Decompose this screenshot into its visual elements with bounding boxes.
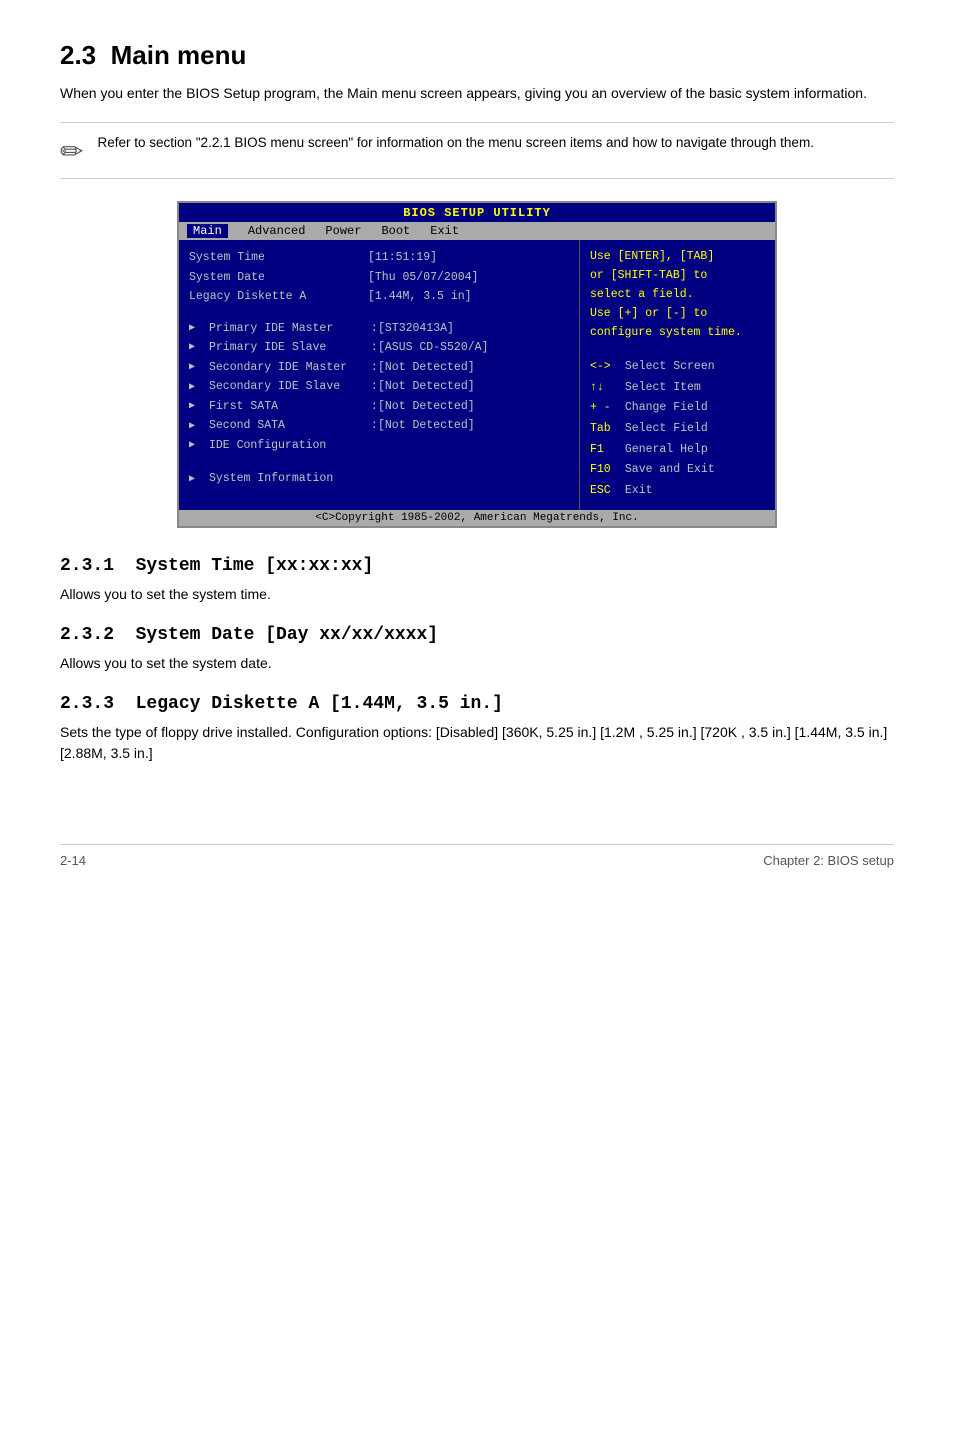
subsection-231-title: 2.3.1 System Time [xx:xx:xx]: [60, 556, 894, 576]
note-text: Refer to section "2.2.1 BIOS menu screen…: [97, 133, 813, 153]
bios-footer: <C>Copyright 1985-2002, American Megatre…: [179, 510, 775, 526]
bios-help-exit: ESC Exit: [590, 481, 765, 502]
subsection-233-desc: Sets the type of floppy drive installed.…: [60, 722, 894, 764]
arrow-icon: ▶: [189, 339, 205, 356]
bios-sec-ide-master-row: ▶ Secondary IDE Master : [Not Detected]: [189, 358, 569, 378]
bios-left-panel: System Time [11:51:19] System Date [Thu …: [179, 240, 580, 510]
bios-help-save-exit: F10 Save and Exit: [590, 460, 765, 481]
bios-tab-power: Power: [325, 224, 361, 238]
bios-header: BIOS SETUP UTILITY: [179, 203, 775, 222]
bios-tab-main: Main: [187, 224, 228, 238]
bios-diskette-value: [1.44M, 3.5 in]: [368, 287, 472, 307]
arrow-icon: ▶: [189, 398, 205, 415]
bios-system-time-value: [11:51:19]: [368, 248, 437, 268]
arrow-icon: ▶: [189, 471, 205, 488]
bios-standalone-items: ▶ System Information: [189, 469, 569, 489]
chapter-label: Chapter 2: BIOS setup: [763, 853, 894, 868]
intro-text: When you enter the BIOS Setup program, t…: [60, 83, 894, 104]
bios-system-date-label: System Date: [189, 268, 354, 288]
note-icon: ✏: [60, 135, 83, 168]
bios-help-select-field: Tab Select Field: [590, 419, 765, 440]
subsection-232-desc: Allows you to set the system date.: [60, 653, 894, 674]
bios-help-select-screen: <-> Select Screen: [590, 357, 765, 378]
bios-menubar: Main Advanced Power Boot Exit: [179, 222, 775, 240]
bios-top-items: System Time [11:51:19] System Date [Thu …: [189, 248, 569, 307]
bios-help-change-field: + - Change Field: [590, 398, 765, 419]
bios-help-top: Use [ENTER], [TAB] or [SHIFT-TAB] to sel…: [590, 248, 765, 343]
bios-system-time-row: System Time [11:51:19]: [189, 248, 569, 268]
subsection-233-title: 2.3.3 Legacy Diskette A [1.44M, 3.5 in.]: [60, 694, 894, 714]
bios-first-sata-row: ▶ First SATA : [Not Detected]: [189, 397, 569, 417]
bios-pri-ide-slave-row: ▶ Primary IDE Slave : [ASUS CD-S520/A]: [189, 338, 569, 358]
bios-sec-ide-slave-row: ▶ Secondary IDE Slave : [Not Detected]: [189, 377, 569, 397]
bios-help-select-item: ↑↓ Select Item: [590, 378, 765, 399]
arrow-icon: ▶: [189, 437, 205, 454]
bios-help-bottom: <-> Select Screen ↑↓ Select Item + - Cha…: [590, 357, 765, 502]
bios-right-panel: Use [ENTER], [TAB] or [SHIFT-TAB] to sel…: [580, 240, 775, 510]
bios-tab-advanced: Advanced: [248, 224, 306, 238]
section-heading: 2.3 Main menu: [60, 40, 894, 71]
bios-system-date-value: [Thu 05/07/2004]: [368, 268, 478, 288]
note-box: ✏ Refer to section "2.2.1 BIOS menu scre…: [60, 122, 894, 179]
bios-system-date-row: System Date [Thu 05/07/2004]: [189, 268, 569, 288]
arrow-icon: ▶: [189, 418, 205, 435]
bios-body: System Time [11:51:19] System Date [Thu …: [179, 240, 775, 510]
bios-sub-items: ▶ Primary IDE Master : [ST320413A] ▶ Pri…: [189, 319, 569, 456]
bios-help-general-help: F1 General Help: [590, 440, 765, 461]
bios-sysinfo-row: ▶ System Information: [189, 469, 569, 489]
subsection-232-title: 2.3.2 System Date [Day xx/xx/xxxx]: [60, 625, 894, 645]
bios-second-sata-row: ▶ Second SATA : [Not Detected]: [189, 416, 569, 436]
bios-tab-boot: Boot: [381, 224, 410, 238]
bios-system-time-label: System Time: [189, 248, 354, 268]
page-number: 2-14: [60, 853, 86, 868]
bios-pri-ide-master-row: ▶ Primary IDE Master : [ST320413A]: [189, 319, 569, 339]
page-footer: 2-14 Chapter 2: BIOS setup: [60, 844, 894, 868]
arrow-icon: ▶: [189, 320, 205, 337]
arrow-icon: ▶: [189, 359, 205, 376]
arrow-icon: ▶: [189, 379, 205, 396]
subsection-231-desc: Allows you to set the system time.: [60, 584, 894, 605]
bios-tab-exit: Exit: [430, 224, 459, 238]
bios-screenshot: BIOS SETUP UTILITY Main Advanced Power B…: [177, 201, 777, 528]
bios-diskette-row: Legacy Diskette A [1.44M, 3.5 in]: [189, 287, 569, 307]
bios-ide-config-row: ▶ IDE Configuration: [189, 436, 569, 456]
bios-diskette-label: Legacy Diskette A: [189, 287, 354, 307]
